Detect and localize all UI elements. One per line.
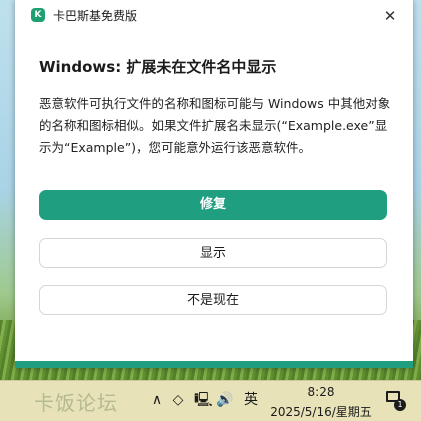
kaspersky-dialog: K 卡巴斯基免费版 ✕ Windows: 扩展未在文件名中显示 恶意软件可执行文… <box>15 0 413 368</box>
clock-time[interactable]: 8:28 <box>296 385 346 399</box>
taskbar: 卡饭论坛 ∧ ◇ 🖳 🔊 英 8:28 2025/5/16/星期五 1 <box>0 380 421 421</box>
notification-center-icon[interactable]: 1 <box>386 391 406 411</box>
bottom-accent-bar <box>15 361 413 368</box>
input-method-indicator[interactable]: 英 <box>242 391 260 409</box>
app-title: 卡巴斯基免费版 <box>53 9 138 23</box>
clock-date[interactable]: 2025/5/16/星期五 <box>266 403 376 420</box>
not-now-button[interactable]: 不是现在 <box>39 285 387 315</box>
close-button[interactable]: ✕ <box>377 4 403 28</box>
notification-count-badge: 1 <box>394 399 406 411</box>
title-bar: K 卡巴斯基免费版 ✕ <box>15 0 413 32</box>
dialog-heading: Windows: 扩展未在文件名中显示 <box>39 58 277 76</box>
volume-icon[interactable]: 🔊 <box>216 391 234 409</box>
fix-button[interactable]: 修复 <box>39 190 387 220</box>
dialog-description: 恶意软件可执行文件的名称和图标可能与 Windows 中其他对象的名称和图标相似… <box>39 96 391 155</box>
diamond-tray-icon[interactable]: ◇ <box>170 391 186 409</box>
show-button[interactable]: 显示 <box>39 238 387 268</box>
watermark-text: 卡饭论坛 <box>34 391 118 415</box>
network-icon[interactable]: 🖳 <box>194 391 213 409</box>
show-hidden-icons-chevron-icon[interactable]: ∧ <box>150 391 164 409</box>
kaspersky-logo-icon: K <box>31 8 45 22</box>
